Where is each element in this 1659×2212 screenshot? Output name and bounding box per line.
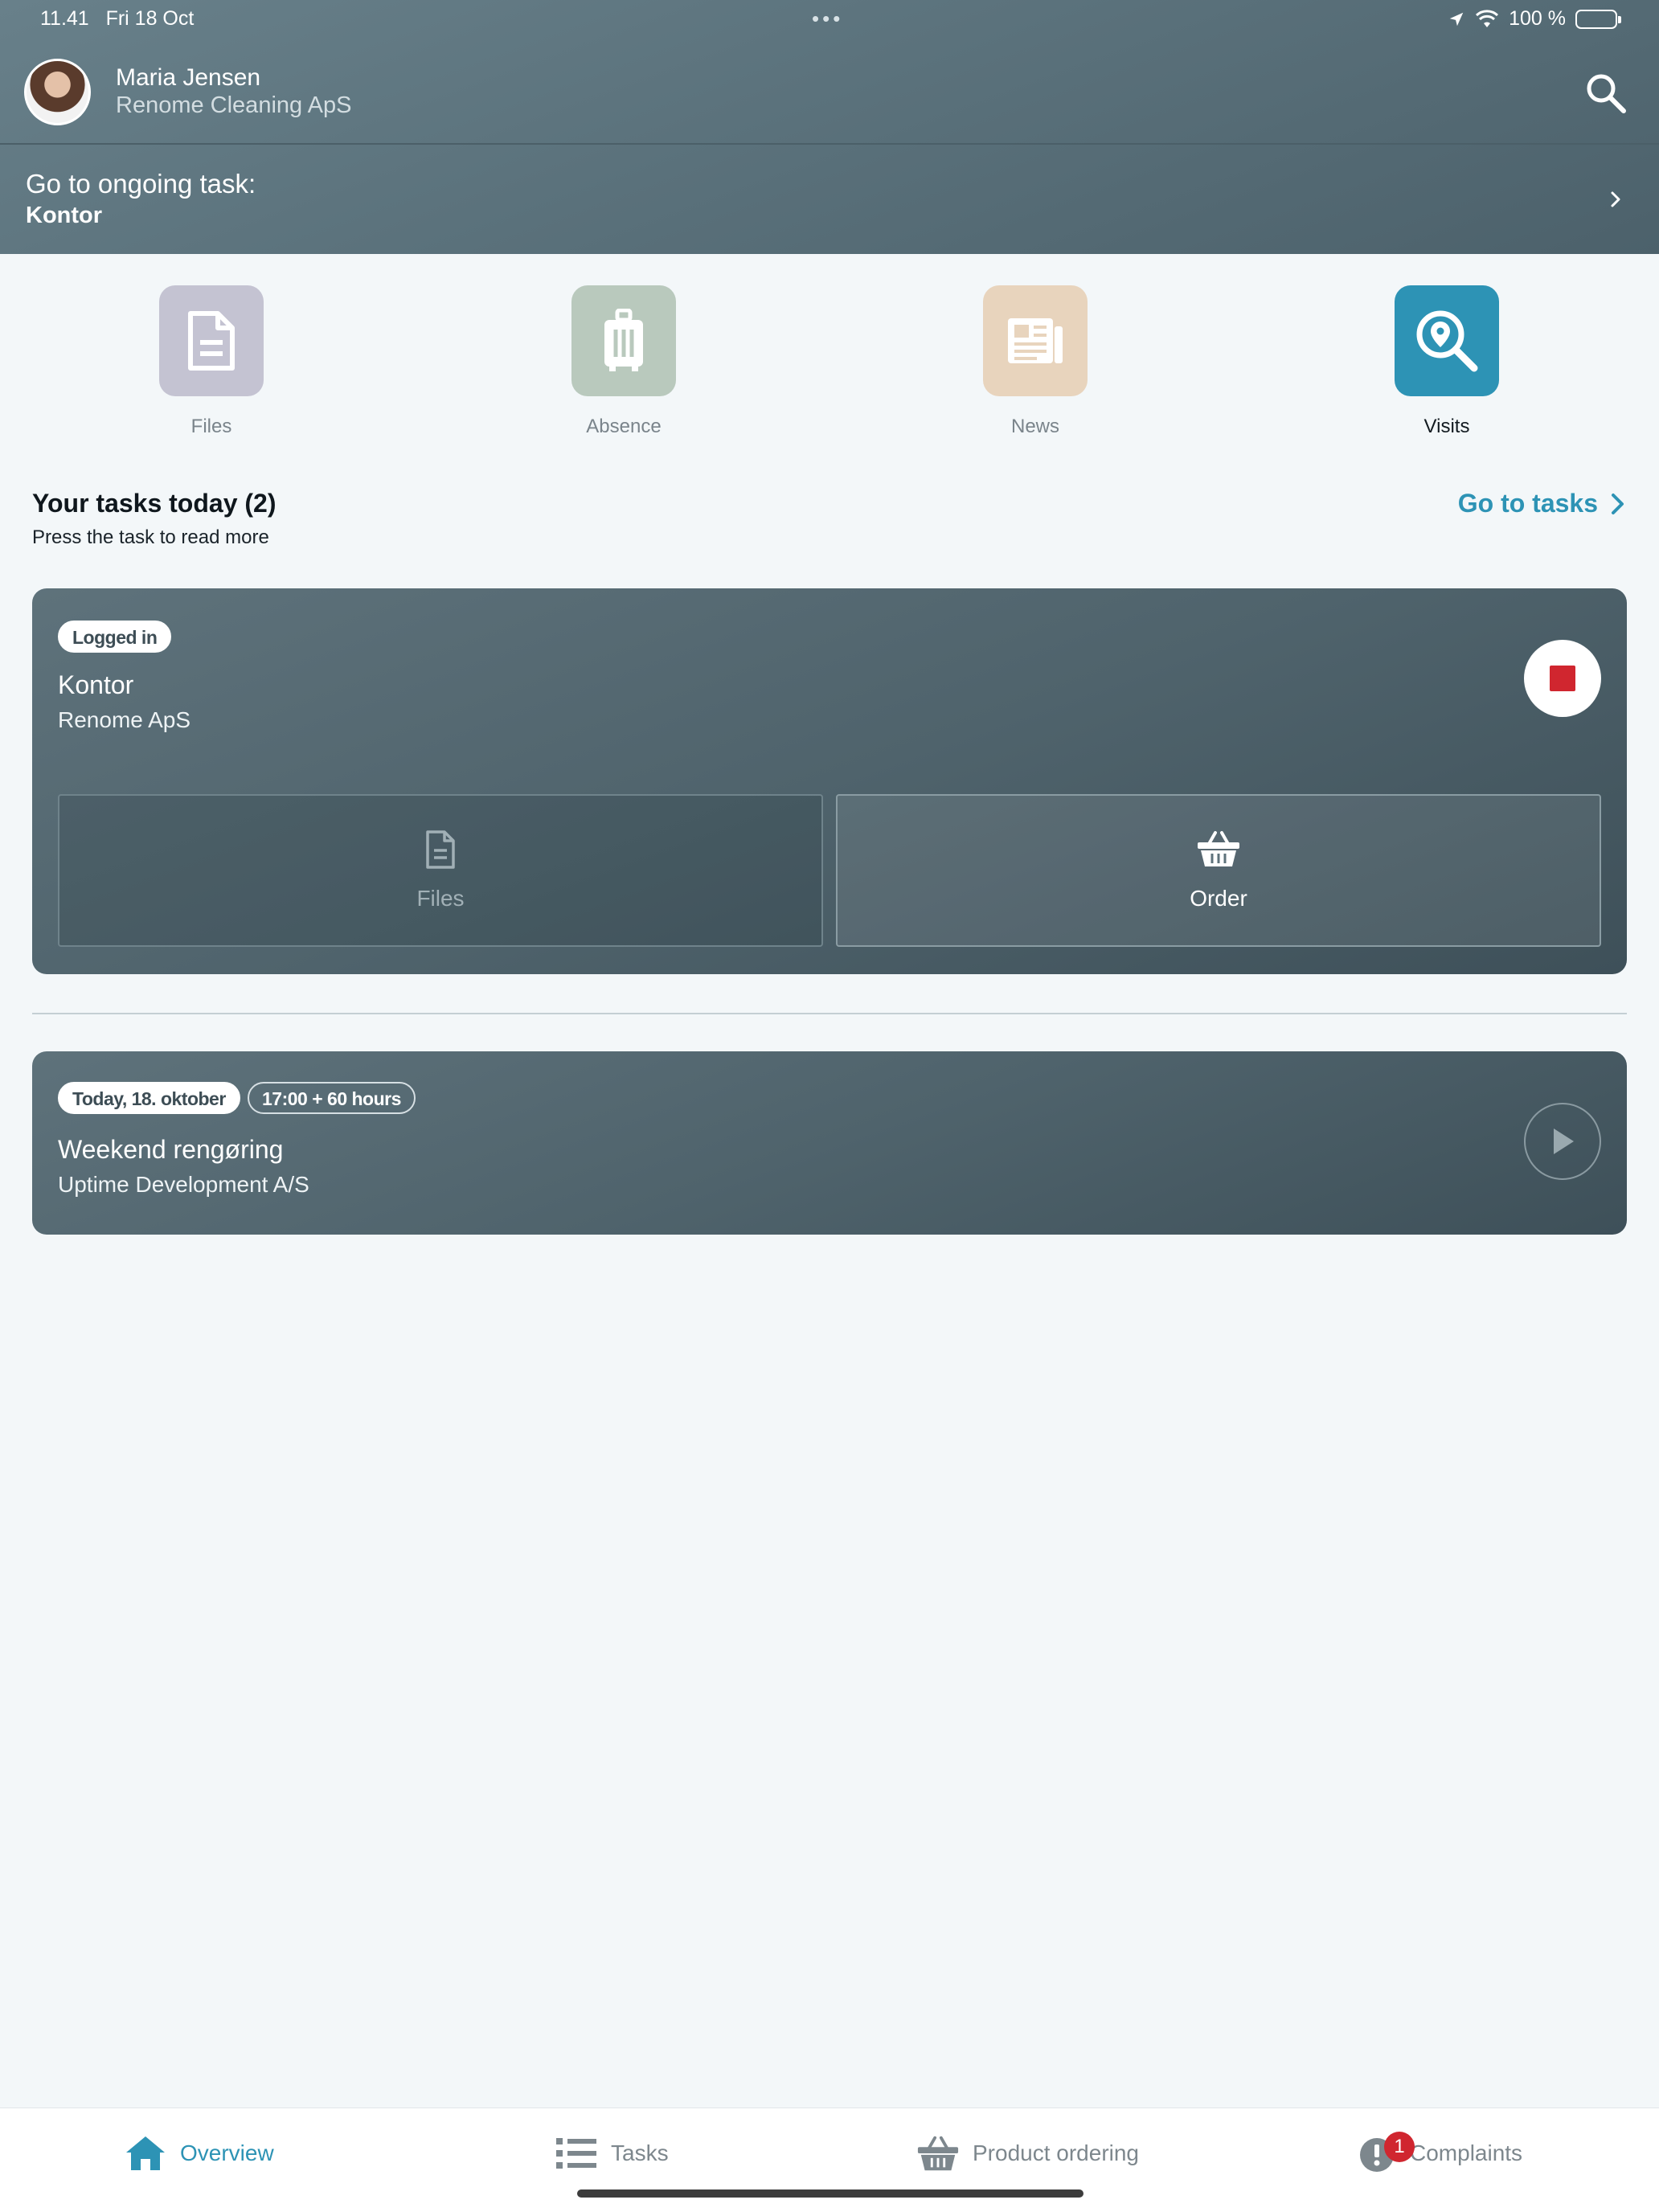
tasks-section-subtitle: Press the task to read more [32,526,269,548]
tile-absence[interactable]: Absence [571,285,676,437]
time-badge: 17:00 + 60 hours [248,1082,416,1114]
nav-tasks-label: Tasks [611,2140,669,2165]
tile-absence-box[interactable] [571,285,676,396]
tile-files-label: Files [190,416,232,437]
newspaper-icon [1008,318,1063,363]
divider [32,1013,1627,1014]
task-title: Weekend rengøring [58,1135,284,1164]
ongoing-task-name: Kontor [26,203,103,228]
home-indicator[interactable] [577,2189,1083,2198]
nav-complaints[interactable]: 1 Complaints [1357,2129,1522,2177]
stop-icon [1550,666,1575,691]
nav-product-ordering-label: Product ordering [973,2140,1140,2165]
task-order-label: Order [1190,886,1247,911]
task-card-kontor[interactable]: Logged in Kontor Renome ApS Files Order [32,588,1627,974]
luggage-icon [604,309,643,371]
chevron-right-icon [1612,493,1624,514]
task-title: Kontor [58,670,134,699]
wifi-icon [1476,9,1499,27]
file-icon [426,830,455,869]
tile-news-box[interactable] [983,285,1088,396]
status-bar: 11.41 Fri 18 Oct ••• 100 % [0,0,1659,39]
tile-visits[interactable]: Visits [1395,285,1499,437]
battery-percent: 100 % [1509,7,1566,30]
task-card-weekend[interactable]: Today, 18. oktober 17:00 + 60 hours Week… [32,1051,1627,1235]
location-arrow-icon [1449,12,1464,26]
file-icon [188,311,235,371]
task-company: Renome ApS [58,707,190,732]
go-to-tasks-label: Go to tasks [1457,489,1598,518]
task-company: Uptime Development A/S [58,1172,309,1197]
notification-badge: 1 [1384,2132,1415,2162]
tile-visits-box[interactable] [1395,285,1499,396]
avatar[interactable] [24,59,91,125]
status-badge: Logged in [58,621,172,653]
tile-files[interactable]: Files [159,285,264,437]
tasks-section-title: Your tasks today (2) [32,489,276,518]
location-search-icon [1416,310,1478,372]
status-clock: 11.41 [40,7,89,30]
ongoing-task-banner[interactable]: Go to ongoing task: Kontor [0,146,1659,254]
status-time: 11.41 Fri 18 Oct [40,7,194,31]
chevron-right-icon [1611,191,1620,207]
search-button[interactable] [1583,71,1628,116]
nav-product-ordering[interactable]: Product ordering [916,2129,1139,2177]
profile-row: Maria Jensen Renome Cleaning ApS [0,42,1659,145]
user-company: Renome Cleaning ApS [116,92,352,118]
task-files-label: Files [416,886,465,911]
stop-task-button[interactable] [1524,640,1601,717]
status-date: Fri 18 Oct [105,7,195,30]
complaints-icon-wrap: 1 [1357,2132,1415,2173]
tile-files-box[interactable] [159,285,264,396]
user-name: Maria Jensen [116,64,261,91]
basket-icon [917,2136,959,2171]
search-icon [1587,74,1626,113]
nav-tasks[interactable]: Tasks [555,2129,669,2177]
date-badge: Today, 18. oktober [58,1082,240,1114]
go-to-tasks-link[interactable]: Go to tasks [1458,489,1627,518]
play-icon [1554,1129,1574,1154]
tile-news-label: News [1010,416,1059,437]
task-files-button[interactable]: Files [58,794,823,947]
list-icon [556,2138,596,2169]
app-header: 11.41 Fri 18 Oct ••• 100 % Maria Jensen … [0,0,1659,254]
battery-icon [1575,9,1621,29]
start-task-button[interactable] [1524,1103,1601,1180]
tile-absence-label: Absence [586,416,662,437]
nav-overview[interactable]: Overview [124,2129,274,2177]
ongoing-task-label: Go to ongoing task: [26,169,256,199]
status-indicators: 100 % [1448,7,1621,31]
tile-visits-label: Visits [1423,416,1470,437]
basket-icon [1198,831,1239,866]
home-icon [126,2136,165,2170]
tile-news[interactable]: News [983,285,1088,437]
multitask-dots[interactable]: ••• [812,6,843,31]
task-order-button[interactable]: Order [836,794,1601,947]
nav-complaints-label: Complaints [1410,2140,1523,2165]
nav-overview-label: Overview [180,2140,274,2165]
